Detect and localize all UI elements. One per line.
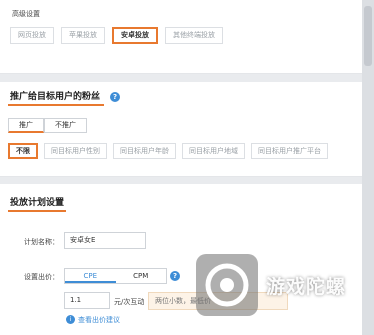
filter-platform[interactable]: 同目标用户推广平台 xyxy=(251,143,328,159)
promote-toggle: 推广 不推广 xyxy=(8,118,87,133)
bid-value-input[interactable]: 1.1 xyxy=(64,292,110,309)
bid-mode-cpe[interactable]: CPE xyxy=(65,269,116,283)
plan-title-underline xyxy=(8,210,66,212)
bid-label: 设置出价： xyxy=(24,273,59,281)
plan-name-input[interactable]: 安卓女E xyxy=(64,232,146,249)
option-other[interactable]: 其他终端投放 xyxy=(165,27,223,44)
plan-settings-title: 投放计划设置 xyxy=(10,198,65,208)
watermark-text: 游戏陀螺 xyxy=(266,276,347,298)
advanced-settings-panel: 高级设置 网页投放 苹果投放 安卓投放 其他终端投放 xyxy=(0,0,362,74)
question-icon[interactable]: ? xyxy=(110,92,120,102)
info-icon: i xyxy=(66,315,75,324)
promote-off-button[interactable]: 不推广 xyxy=(44,118,87,133)
audience-title: 推广给目标用户的粉丝 xyxy=(10,92,101,102)
filter-region[interactable]: 同目标用户地域 xyxy=(182,143,245,159)
filter-age[interactable]: 同目标用户年龄 xyxy=(113,143,176,159)
bid-mode-switch: CPE CPM xyxy=(64,268,167,284)
bid-unit: 元/次互动 xyxy=(114,298,145,306)
bid-suggestion-link[interactable]: 查看出价建议 xyxy=(78,315,120,325)
advanced-settings-title: 高级设置 xyxy=(12,10,40,18)
promote-on-button[interactable]: 推广 xyxy=(8,118,44,133)
bid-mode-cpm[interactable]: CPM xyxy=(116,269,167,283)
gyroscope-logo-icon xyxy=(196,254,258,316)
filter-gender[interactable]: 同目标用户性别 xyxy=(44,143,107,159)
audience-filters: 不限 同目标用户性别 同目标用户年龄 同目标用户地域 同目标用户推广平台 xyxy=(8,143,328,159)
option-ios[interactable]: 苹果投放 xyxy=(61,27,105,44)
watermark: 游戏陀螺 xyxy=(196,254,366,316)
option-web[interactable]: 网页投放 xyxy=(10,27,54,44)
scrollbar[interactable] xyxy=(362,0,374,335)
audience-title-underline xyxy=(8,104,104,106)
option-android[interactable]: 安卓投放 xyxy=(112,27,158,44)
platform-options: 网页投放 苹果投放 安卓投放 其他终端投放 xyxy=(10,27,223,44)
plan-name-label: 计划名称： xyxy=(24,238,59,246)
filter-unlimited[interactable]: 不限 xyxy=(8,143,38,159)
scrollbar-thumb[interactable] xyxy=(364,6,372,66)
bid-help-icon[interactable]: ? xyxy=(170,271,180,281)
